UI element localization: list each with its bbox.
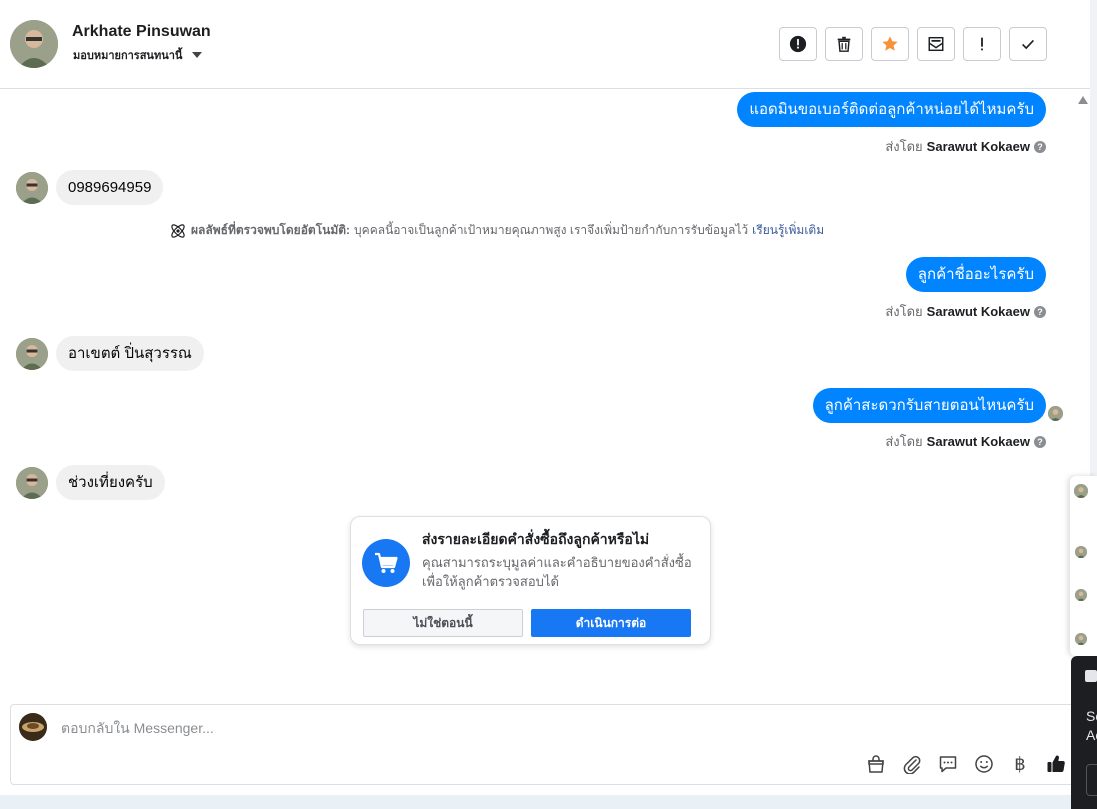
attach-button[interactable] — [901, 753, 923, 775]
notification-popup[interactable]: Sc Ac — [1071, 656, 1097, 809]
customer-avatar-small[interactable] — [16, 171, 48, 204]
sender-name: Sarawut Kokaew — [926, 304, 1030, 319]
customer-avatar-small[interactable] — [16, 466, 48, 499]
header-actions — [779, 27, 1047, 61]
saved-reply-icon — [939, 756, 957, 773]
star-button[interactable] — [871, 27, 909, 61]
list-avatar[interactable] — [1075, 589, 1087, 601]
sender-name: Sarawut Kokaew — [926, 434, 1030, 449]
shop-button[interactable] — [865, 753, 887, 775]
paperclip-icon — [903, 755, 921, 774]
sent-by-label: ส่งโดย Sarawut Kokaew ? — [885, 301, 1046, 322]
outgoing-message[interactable]: ลูกค้าชื่ออะไรครับ — [905, 257, 1046, 292]
composer-toolbar: ฿ — [865, 753, 1067, 775]
incoming-message[interactable]: ช่วงเที่ยงครับ — [56, 465, 165, 500]
scroll-up-arrow-icon[interactable] — [1078, 96, 1088, 104]
assign-label: มอบหมายการสนทนานี้ — [73, 50, 183, 62]
sent-by-prefix: ส่งโดย — [885, 434, 923, 449]
mail-icon — [928, 36, 944, 52]
incoming-message-row: ช่วงเที่ยงครับ — [16, 465, 165, 500]
outgoing-message[interactable]: ลูกค้าสะดวกรับสายตอนไหนครับ — [812, 388, 1046, 423]
payment-button[interactable]: ฿ — [1009, 753, 1031, 775]
popup-line-2: Ac — [1086, 727, 1097, 743]
reply-composer: ฿ — [10, 704, 1075, 785]
baht-icon: ฿ — [1014, 753, 1026, 775]
sender-name: Sarawut Kokaew — [926, 139, 1030, 154]
popup-line-1: Sc — [1086, 708, 1097, 724]
star-icon — [882, 36, 898, 51]
alert-circle-icon — [789, 35, 807, 53]
spam-button[interactable] — [779, 27, 817, 61]
like-button[interactable] — [1045, 753, 1067, 775]
cart-icon — [362, 539, 410, 587]
sent-by-label: ส่งโดย Sarawut Kokaew ? — [885, 431, 1046, 452]
popup-action-button[interactable] — [1086, 764, 1097, 796]
ai-note-heading: ผลลัพธ์ที่ตรวจพบโดยอัตโนมัติ: — [191, 223, 351, 237]
follow-up-button[interactable] — [963, 27, 1001, 61]
not-now-button[interactable]: ไม่ใช่ตอนนี้ — [363, 609, 523, 637]
assign-conversation-dropdown[interactable]: มอบหมายการสนทนานี้ — [73, 46, 203, 64]
saved-replies-button[interactable] — [937, 753, 959, 775]
order-details-prompt: ส่งรายละเอียดคำสั่งซื้อถึงลูกค้าหรือไม่ … — [350, 516, 711, 645]
reply-input[interactable] — [59, 719, 1043, 737]
emoji-button[interactable] — [973, 753, 995, 775]
done-button[interactable] — [1009, 27, 1047, 61]
seen-by-avatar — [1048, 406, 1063, 421]
list-avatar[interactable] — [1075, 633, 1087, 645]
ai-note-text: บุคคลนี้อาจเป็นลูกค้าเป้าหมายคุณภาพสูง เ… — [354, 223, 749, 237]
order-prompt-description: คุณสามารถระบุมูลค่าและคำอธิบายของคำสั่งซ… — [422, 555, 692, 589]
list-avatar[interactable] — [1074, 484, 1088, 498]
conversation-list-panel[interactable] — [1070, 476, 1097, 656]
atom-icon — [171, 223, 185, 238]
continue-button[interactable]: ดำเนินการต่อ — [531, 609, 691, 637]
conversation-header: Arkhate Pinsuwan มอบหมายการสนทนานี้ — [0, 0, 1090, 89]
sent-by-label: ส่งโดย Sarawut Kokaew ? — [885, 136, 1046, 157]
trash-icon — [837, 36, 851, 52]
check-icon — [1022, 39, 1034, 50]
page-avatar — [19, 713, 47, 741]
caret-down-icon — [192, 52, 203, 58]
delete-button[interactable] — [825, 27, 863, 61]
customer-name[interactable]: Arkhate Pinsuwan — [72, 23, 211, 41]
outgoing-message[interactable]: แอดมินขอเบอร์ติดต่อลูกค้าหน่อยได้ไหมครับ — [737, 92, 1046, 127]
list-avatar[interactable] — [1075, 546, 1087, 558]
exclamation-icon — [981, 37, 983, 51]
incoming-message[interactable]: อาเขตต์ ปิ่นสุวรรณ — [56, 336, 204, 371]
page-footer-strip — [0, 795, 1097, 809]
ai-detection-note: ผลลัพธ์ที่ตรวจพบโดยอัตโนมัติ: บุคคลนี้อา… — [169, 221, 824, 240]
incoming-message-row: 0989694959 — [16, 170, 164, 205]
sent-by-prefix: ส่งโดย — [885, 304, 923, 319]
incoming-message-row: อาเขตต์ ปิ่นสุวรรณ — [16, 336, 204, 371]
customer-avatar-small[interactable] — [16, 337, 48, 370]
mark-unread-button[interactable] — [917, 27, 955, 61]
emoji-icon — [975, 755, 993, 773]
sent-by-prefix: ส่งโดย — [885, 139, 923, 154]
order-prompt-title: ส่งรายละเอียดคำสั่งซื้อถึงลูกค้าหรือไม่ — [422, 531, 650, 547]
bag-icon — [868, 755, 884, 773]
help-icon[interactable]: ? — [1034, 140, 1046, 153]
help-icon[interactable]: ? — [1034, 435, 1046, 448]
incoming-message[interactable]: 0989694959 — [56, 170, 164, 205]
learn-more-link[interactable]: เรียนรู้เพิ่มเติม — [752, 221, 824, 240]
customer-avatar[interactable] — [10, 20, 58, 68]
thumbs-up-icon — [1047, 755, 1065, 773]
app-icon — [1085, 670, 1097, 682]
help-icon[interactable]: ? — [1034, 305, 1046, 318]
